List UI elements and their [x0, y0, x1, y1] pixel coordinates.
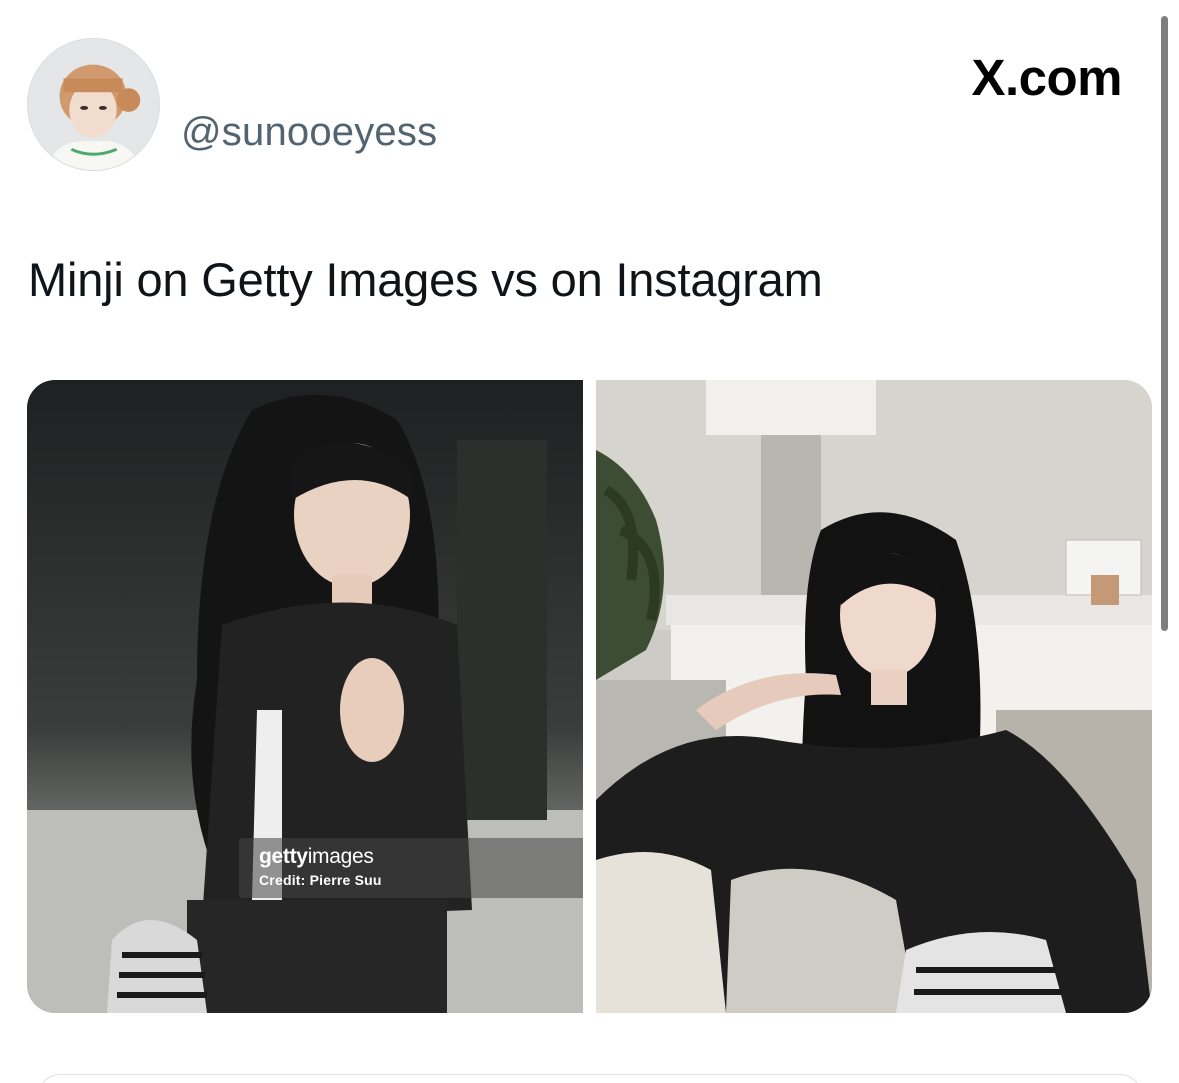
user-handle[interactable]: @sunooeyess	[181, 110, 437, 155]
media-grid: gettyimages Credit: Pierre Suu	[27, 380, 1152, 1013]
watermark-brand-light: images	[307, 845, 374, 868]
watermark-brand-bold: getty	[259, 845, 308, 868]
tweet-screenshot: @sunooeyess X.com Minji on Getty Images …	[0, 0, 1179, 1083]
photo-instagram[interactable]	[596, 380, 1152, 1013]
x-com-brand: X.com	[971, 49, 1122, 106]
scrollbar[interactable]	[1161, 16, 1168, 631]
photo-getty-image	[27, 380, 583, 1013]
avatar[interactable]	[27, 38, 160, 171]
avatar-image	[28, 39, 159, 170]
photo-instagram-image	[596, 380, 1152, 1013]
tweet-text: Minji on Getty Images vs on Instagram	[28, 253, 823, 306]
next-card-edge	[38, 1074, 1142, 1083]
getty-watermark: gettyimages Credit: Pierre Suu	[239, 838, 583, 898]
photo-getty[interactable]: gettyimages Credit: Pierre Suu	[27, 380, 583, 1013]
watermark-credit: Credit: Pierre Suu	[259, 872, 382, 889]
